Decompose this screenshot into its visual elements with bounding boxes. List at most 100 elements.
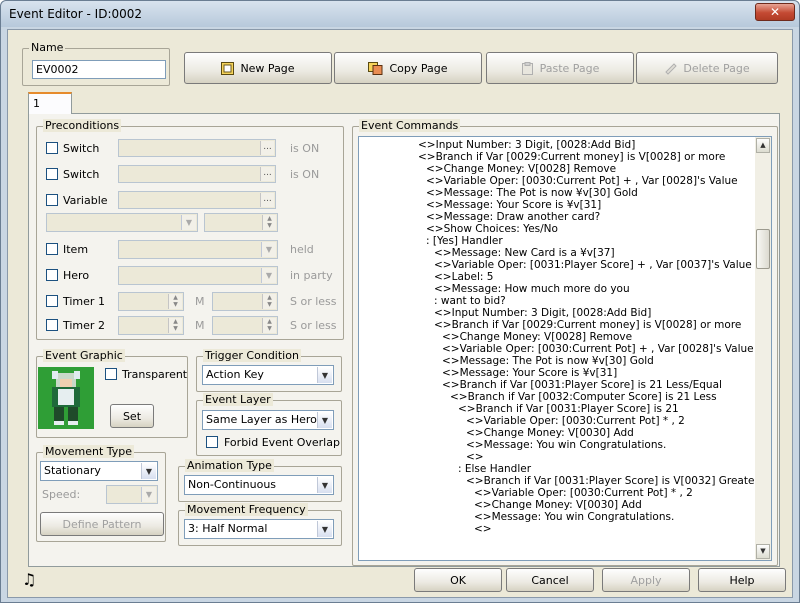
command-line[interactable]: <>Branch if Var [0029:Current money] is … bbox=[418, 151, 725, 163]
movement-frequency-select[interactable]: 3: Half Normal ▼ bbox=[184, 519, 334, 539]
command-line[interactable]: <>Branch if Var [0031:Player Score] is V… bbox=[466, 475, 759, 487]
event-editor-window: Event Editor - ID:0002 ✕ Name EV0002 New… bbox=[0, 0, 800, 603]
movement-frequency-label: Movement Frequency bbox=[185, 503, 308, 516]
trigger-condition-select[interactable]: Action Key ▼ bbox=[202, 365, 334, 385]
switch2-checkbox[interactable] bbox=[46, 168, 58, 180]
paste-page-button[interactable]: Paste Page bbox=[486, 52, 634, 84]
command-line[interactable]: <>Branch if Var [0031:Player Score] is 2… bbox=[458, 403, 679, 415]
timer2-seconds-spinner[interactable]: ▲ ▼ bbox=[212, 316, 278, 335]
command-line[interactable]: <> bbox=[466, 451, 484, 463]
timer1-minutes-spinner[interactable]: ▲ ▼ bbox=[118, 292, 184, 311]
switch1-browse-button[interactable]: ... bbox=[260, 141, 274, 155]
movement-frequency-value: 3: Half Normal bbox=[188, 522, 268, 535]
scroll-thumb[interactable] bbox=[756, 229, 770, 269]
command-line[interactable]: <>Message: You win Congratulations. bbox=[474, 511, 674, 523]
command-line[interactable]: <>Message: New Card is a ¥v[37] bbox=[434, 247, 615, 259]
command-line[interactable]: <>Branch if Var [0029:Current money] is … bbox=[434, 319, 741, 331]
command-line[interactable]: <>Change Money: V[0030] Add bbox=[466, 427, 634, 439]
scroll-up-button[interactable]: ▲ bbox=[756, 138, 770, 153]
command-line[interactable]: <>Label: 5 bbox=[434, 271, 493, 283]
set-graphic-label: Set bbox=[122, 409, 142, 423]
name-input[interactable]: EV0002 bbox=[32, 60, 166, 79]
animation-type-select[interactable]: Non-Continuous ▼ bbox=[184, 475, 334, 495]
command-line[interactable]: <>Change Money: V[0028] Remove bbox=[426, 163, 616, 175]
switch2-browse-button[interactable]: ... bbox=[260, 167, 274, 181]
command-line[interactable]: <>Message: You win Congratulations. bbox=[466, 439, 666, 451]
movement-type-select[interactable]: Stationary ▼ bbox=[40, 461, 158, 481]
chevron-down-icon: ▼ bbox=[261, 242, 276, 257]
scroll-down-button[interactable]: ▼ bbox=[756, 544, 770, 559]
timer1-seconds-spinner[interactable]: ▲ ▼ bbox=[212, 292, 278, 311]
music-icon[interactable]: ♫ bbox=[22, 570, 36, 589]
apply-button[interactable]: Apply bbox=[602, 568, 690, 592]
animation-type-value: Non-Continuous bbox=[188, 478, 277, 491]
command-line[interactable]: <> bbox=[474, 523, 492, 535]
command-line[interactable]: <>Message: How much more do you bbox=[434, 283, 630, 295]
command-line[interactable]: <>Message: The Pot is now ¥v[30] Gold bbox=[426, 187, 638, 199]
define-pattern-button[interactable]: Define Pattern bbox=[40, 512, 164, 536]
hero-checkbox[interactable] bbox=[46, 269, 58, 281]
command-line[interactable]: <>Branch if Var [0031:Player Score] is 2… bbox=[442, 379, 722, 391]
variable-browse-button[interactable]: ... bbox=[260, 193, 274, 207]
variable-value-spinner[interactable]: ▲ ▼ bbox=[204, 213, 278, 232]
command-line[interactable]: <>Message: Your Score is ¥v[31] bbox=[442, 367, 617, 379]
command-line[interactable]: <>Input Number: 3 Digit, [0028:Add Bid] bbox=[434, 307, 651, 319]
command-line[interactable]: <>Message: Your Score is ¥v[31] bbox=[426, 199, 601, 211]
dialog-client: Name EV0002 New Page Copy Page Paste Pag… bbox=[7, 29, 793, 598]
switch1-checkbox[interactable] bbox=[46, 142, 58, 154]
forbid-overlap-label: Forbid Event Overlap bbox=[224, 436, 340, 449]
timer2-minutes-spinner[interactable]: ▲ ▼ bbox=[118, 316, 184, 335]
command-line[interactable]: : [Yes] Handler bbox=[426, 235, 503, 247]
command-line[interactable]: <>Variable Oper: [0030:Current Pot] * , … bbox=[466, 415, 685, 427]
command-line[interactable]: <>Change Money: V[0030] Add bbox=[474, 499, 642, 511]
timer2-checkbox[interactable] bbox=[46, 319, 58, 331]
variable-compare-select[interactable]: ▼ bbox=[46, 213, 198, 232]
command-line[interactable]: <>Variable Oper: [0030:Current Pot] + , … bbox=[426, 175, 738, 187]
switch1-label: Switch bbox=[63, 142, 100, 155]
variable-checkbox[interactable] bbox=[46, 194, 58, 206]
copy-page-button[interactable]: Copy Page bbox=[334, 52, 482, 84]
switch1-field: ... bbox=[118, 139, 276, 157]
hero-select[interactable]: ▼ bbox=[118, 266, 278, 285]
speed-select[interactable]: ▼ bbox=[106, 485, 158, 504]
close-button[interactable]: ✕ bbox=[755, 3, 795, 21]
cancel-button[interactable]: Cancel bbox=[506, 568, 594, 592]
command-line[interactable]: <>Branch if Var [0032:Computer Score] is… bbox=[450, 391, 717, 403]
ok-button[interactable]: OK bbox=[414, 568, 502, 592]
item-checkbox[interactable] bbox=[46, 243, 58, 255]
event-layer-select[interactable]: Same Layer as Hero ▼ bbox=[202, 410, 334, 430]
timer2-label: Timer 2 bbox=[63, 319, 105, 332]
item-select[interactable]: ▼ bbox=[118, 240, 278, 259]
event-commands-label: Event Commands bbox=[359, 119, 461, 132]
timer1-m-label: M bbox=[195, 295, 205, 308]
set-graphic-button[interactable]: Set bbox=[110, 404, 154, 428]
chevron-down-icon: ▼ bbox=[317, 412, 332, 428]
command-line[interactable]: <>Variable Oper: [0030:Current Pot] * , … bbox=[474, 487, 693, 499]
command-line[interactable]: <>Variable Oper: [0031:Player Score] + ,… bbox=[434, 259, 752, 271]
timer1-checkbox[interactable] bbox=[46, 295, 58, 307]
event-sprite-preview[interactable] bbox=[38, 367, 94, 429]
commands-scrollbar[interactable]: ▲ ▼ bbox=[755, 137, 771, 560]
ok-label: OK bbox=[450, 573, 466, 587]
title-bar[interactable]: Event Editor - ID:0002 ✕ bbox=[1, 1, 799, 27]
transparent-label: Transparent bbox=[122, 368, 188, 381]
command-line[interactable]: <>Input Number: 3 Digit, [0028:Add Bid] bbox=[418, 139, 635, 151]
command-line[interactable]: <>Change Money: V[0028] Remove bbox=[442, 331, 632, 343]
tab-page-1[interactable]: 1 bbox=[28, 92, 72, 114]
command-line[interactable]: : want to bid? bbox=[434, 295, 506, 307]
event-commands-list[interactable]: <>Input Number: 3 Digit, [0028:Add Bid] … bbox=[358, 136, 772, 561]
help-button[interactable]: Help bbox=[698, 568, 786, 592]
spinner-arrows-icon: ▲ ▼ bbox=[262, 294, 276, 309]
delete-page-button[interactable]: Delete Page bbox=[636, 52, 778, 84]
command-line[interactable]: <>Show Choices: Yes/No bbox=[426, 223, 558, 235]
chevron-down-icon: ▼ bbox=[261, 268, 276, 283]
forbid-overlap-checkbox[interactable] bbox=[206, 436, 218, 448]
command-line[interactable]: <>Variable Oper: [0030:Current Pot] + , … bbox=[442, 343, 754, 355]
item-label: Item bbox=[63, 243, 89, 256]
new-page-button[interactable]: New Page bbox=[184, 52, 332, 84]
command-line[interactable]: : Else Handler bbox=[458, 463, 531, 475]
command-line[interactable]: <>Message: Draw another card? bbox=[426, 211, 600, 223]
copy-page-icon bbox=[368, 61, 383, 75]
transparent-checkbox[interactable] bbox=[105, 368, 117, 380]
command-line[interactable]: <>Message: The Pot is now ¥v[30] Gold bbox=[442, 355, 654, 367]
